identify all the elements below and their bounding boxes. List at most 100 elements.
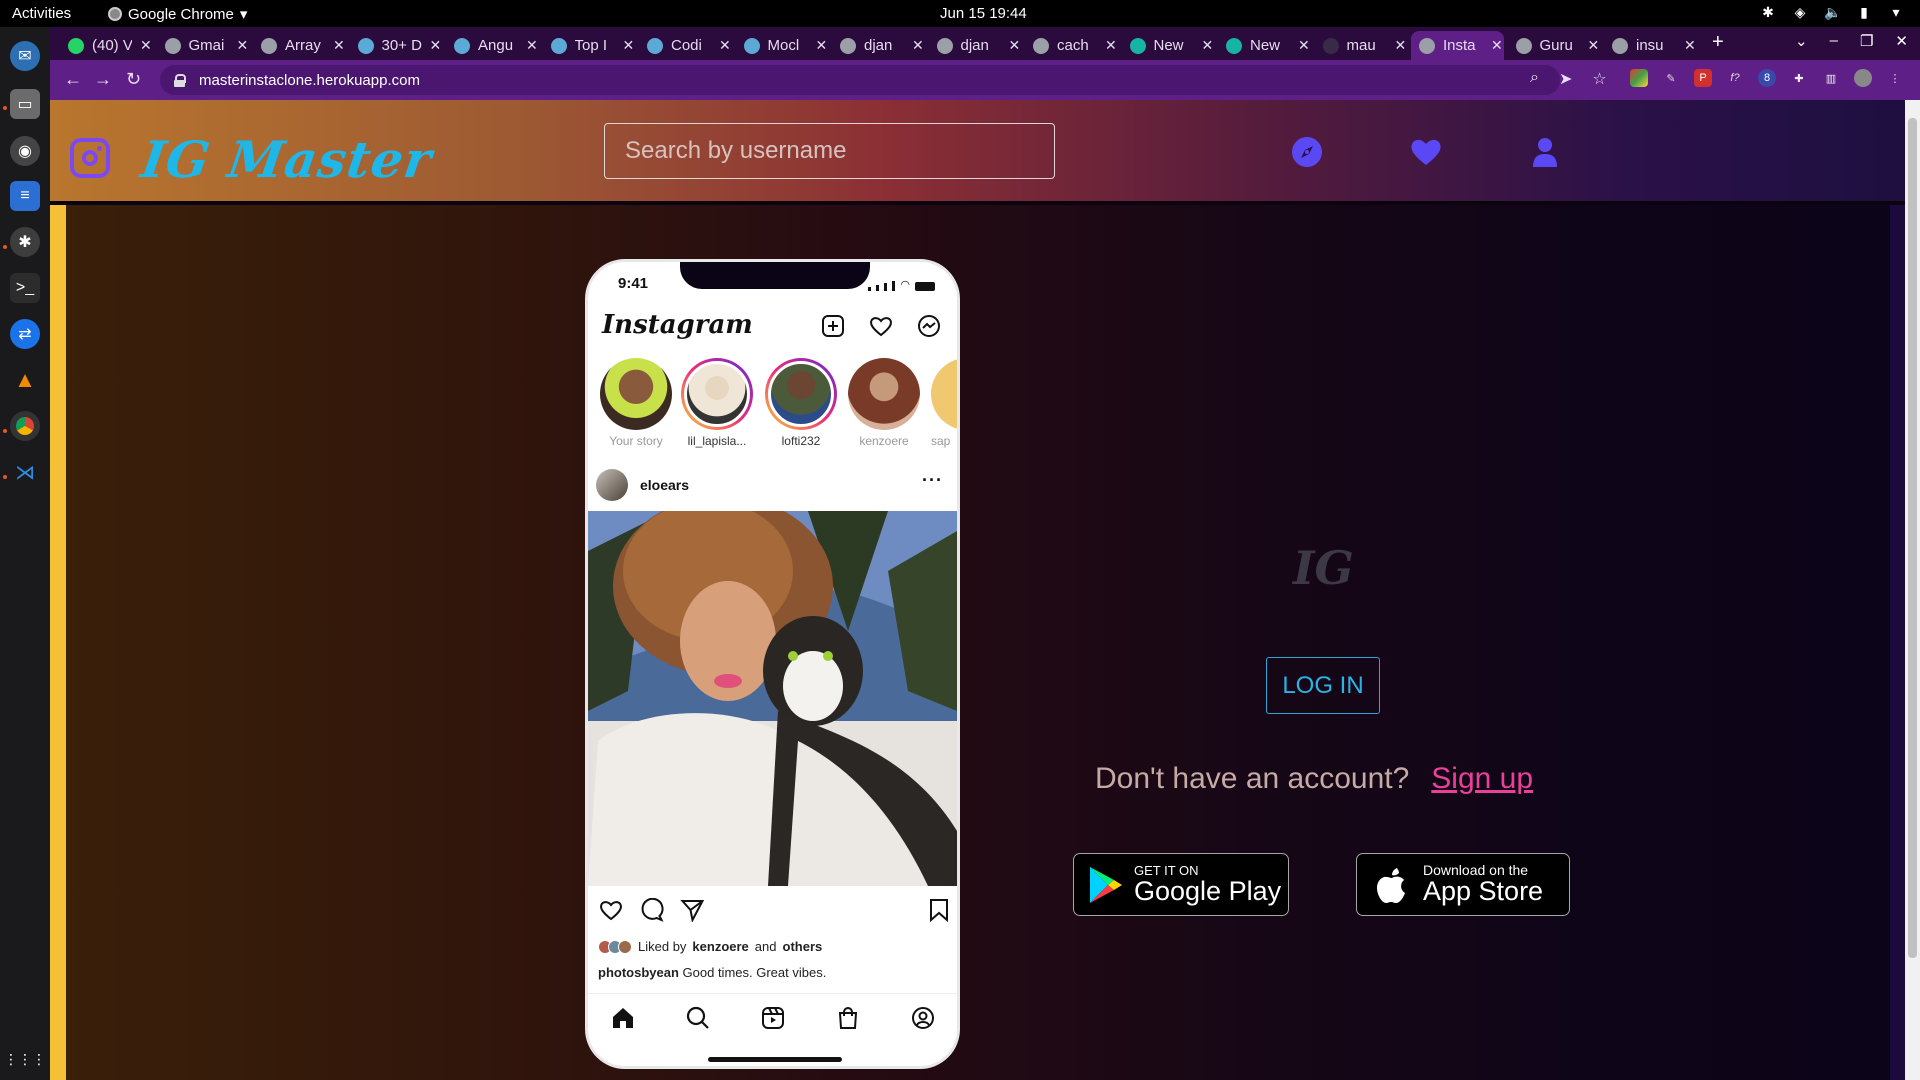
- scrollbar[interactable]: [1905, 100, 1920, 1080]
- compass-icon[interactable]: [1290, 135, 1324, 169]
- terminal-icon[interactable]: >_: [10, 273, 40, 303]
- chrome-menu-icon[interactable]: ⋮: [1886, 69, 1904, 87]
- reels-icon: [762, 1007, 784, 1029]
- tab-close-icon[interactable]: ✕: [1298, 37, 1310, 54]
- browser-tab[interactable]: New ✕: [1218, 31, 1311, 60]
- formula-extension-icon[interactable]: f?: [1726, 69, 1744, 87]
- tab-search-icon[interactable]: ⌄: [1795, 32, 1808, 50]
- heart-icon[interactable]: [1409, 135, 1443, 169]
- forward-button[interactable]: →: [94, 69, 112, 90]
- site-title[interactable]: IG Master: [138, 130, 436, 189]
- tab-close-icon[interactable]: ✕: [623, 37, 635, 54]
- search-input[interactable]: [604, 123, 1055, 179]
- browser-tab[interactable]: djan ✕: [929, 31, 1022, 60]
- tab-close-icon[interactable]: ✕: [430, 37, 442, 54]
- signup-link[interactable]: Sign up: [1431, 762, 1533, 796]
- color-picker-extension-icon[interactable]: [1630, 69, 1648, 87]
- tab-close-icon[interactable]: ✕: [1395, 37, 1407, 54]
- network-icon[interactable]: ◈: [1792, 4, 1808, 21]
- close-window-button[interactable]: ✕: [1895, 32, 1908, 50]
- activities-button[interactable]: Activities: [12, 5, 71, 22]
- vscode-icon[interactable]: ⋊: [10, 457, 40, 487]
- power-menu-icon[interactable]: ▾: [1888, 4, 1904, 21]
- minimize-button[interactable]: –: [1830, 32, 1838, 50]
- browser-tab[interactable]: insu ✕: [1604, 31, 1697, 60]
- side-panel-icon[interactable]: ▥: [1822, 69, 1840, 87]
- pinterest-extension-icon[interactable]: P: [1694, 69, 1712, 87]
- browser-tab[interactable]: Gmai ✕: [157, 31, 250, 60]
- browser-tab[interactable]: cach ✕: [1025, 31, 1118, 60]
- chrome-icon[interactable]: [10, 411, 40, 441]
- zoom-icon[interactable]: ⌕: [1530, 69, 1539, 89]
- browser-tab[interactable]: djan ✕: [832, 31, 925, 60]
- bookmark-star-icon[interactable]: ☆: [1592, 69, 1606, 89]
- thunderbird-icon[interactable]: ✉: [10, 41, 40, 71]
- browser-tab[interactable]: Insta ✕: [1411, 31, 1504, 60]
- browser-tab[interactable]: New ✕: [1122, 31, 1215, 60]
- rhythmbox-icon[interactable]: ◉: [10, 136, 40, 166]
- phone-time: 9:41: [618, 275, 649, 292]
- teamviewer-icon[interactable]: ⇄: [10, 319, 40, 349]
- files-icon[interactable]: ▭: [10, 89, 40, 119]
- slack-tray-icon[interactable]: ✱: [1760, 4, 1776, 21]
- show-apps-icon[interactable]: ⋮⋮⋮: [4, 1044, 46, 1074]
- browser-tab[interactable]: 30+ D ✕: [350, 31, 443, 60]
- tab-close-icon[interactable]: ✕: [1009, 37, 1021, 54]
- tab-close-icon[interactable]: ✕: [1105, 37, 1117, 54]
- tab-close-icon[interactable]: ✕: [333, 37, 345, 54]
- browser-tab[interactable]: Angu ✕: [446, 31, 539, 60]
- home-icon: [613, 1008, 633, 1028]
- scrollbar-thumb[interactable]: [1908, 118, 1917, 958]
- restore-button[interactable]: ❐: [1860, 32, 1873, 50]
- app-store-badge[interactable]: Download on the App Store: [1356, 853, 1570, 916]
- apple-icon: [1377, 867, 1405, 903]
- instagram-logo-icon[interactable]: [70, 138, 110, 178]
- login-button[interactable]: LOG IN: [1266, 657, 1380, 714]
- writer-icon[interactable]: ≡: [10, 181, 40, 211]
- tab-close-icon[interactable]: ✕: [1684, 37, 1696, 54]
- signal-bar: [868, 287, 872, 291]
- story-name: Your story: [609, 434, 663, 448]
- browser-tab[interactable]: Mocl ✕: [736, 31, 829, 60]
- tab-close-icon[interactable]: ✕: [1588, 37, 1600, 54]
- vpn-extension-icon[interactable]: 8: [1758, 69, 1776, 87]
- browser-tab[interactable]: Codi ✕: [639, 31, 732, 60]
- lock-icon[interactable]: [174, 73, 186, 87]
- google-play-badge[interactable]: GET IT ON Google Play: [1073, 853, 1289, 916]
- tab-close-icon[interactable]: ✕: [816, 37, 828, 54]
- user-profile-icon[interactable]: [1528, 135, 1562, 169]
- tab-close-icon[interactable]: ✕: [1202, 37, 1214, 54]
- running-indicator: [3, 245, 7, 249]
- address-bar[interactable]: masterinstaclone.herokuapp.com: [160, 65, 1560, 95]
- profile-avatar-icon[interactable]: [1854, 69, 1872, 87]
- browser-tab[interactable]: (40) V ✕: [60, 31, 153, 60]
- app-menu[interactable]: Google Chrome ▾: [108, 5, 247, 23]
- pen-extension-icon[interactable]: ✎: [1662, 69, 1680, 87]
- battery-icon[interactable]: ▮: [1856, 4, 1872, 21]
- page-content: [50, 205, 1890, 1080]
- send-icon[interactable]: ➤: [1559, 69, 1572, 89]
- tab-label: insu: [1636, 37, 1664, 54]
- tab-close-icon[interactable]: ✕: [526, 37, 538, 54]
- browser-tab[interactable]: Guru ✕: [1508, 31, 1601, 60]
- tab-close-icon[interactable]: ✕: [912, 37, 924, 54]
- tab-close-icon[interactable]: ✕: [140, 37, 152, 54]
- system-tray[interactable]: ✱ ◈ 🔈 ▮ ▾: [1760, 4, 1904, 21]
- tab-close-icon[interactable]: ✕: [237, 37, 249, 54]
- volume-icon[interactable]: 🔈: [1824, 4, 1841, 21]
- back-button[interactable]: ←: [64, 69, 82, 90]
- shop-icon: [838, 1007, 858, 1029]
- browser-tab[interactable]: Top I ✕: [543, 31, 636, 60]
- tab-close-icon[interactable]: ✕: [719, 37, 731, 54]
- slack-icon[interactable]: ✱: [10, 227, 40, 257]
- like-icon: [600, 901, 622, 921]
- new-tab-button[interactable]: +: [1712, 31, 1724, 54]
- clock[interactable]: Jun 15 19:44: [940, 5, 1027, 22]
- puzzle-extensions-icon[interactable]: ✚: [1790, 69, 1808, 87]
- running-indicator: [3, 106, 7, 110]
- browser-tab[interactable]: Array ✕: [253, 31, 346, 60]
- reload-button[interactable]: ↻: [126, 69, 141, 90]
- vlc-icon[interactable]: ▲: [10, 365, 40, 395]
- browser-tab[interactable]: mau ✕: [1315, 31, 1408, 60]
- tab-close-icon[interactable]: ✕: [1491, 37, 1503, 54]
